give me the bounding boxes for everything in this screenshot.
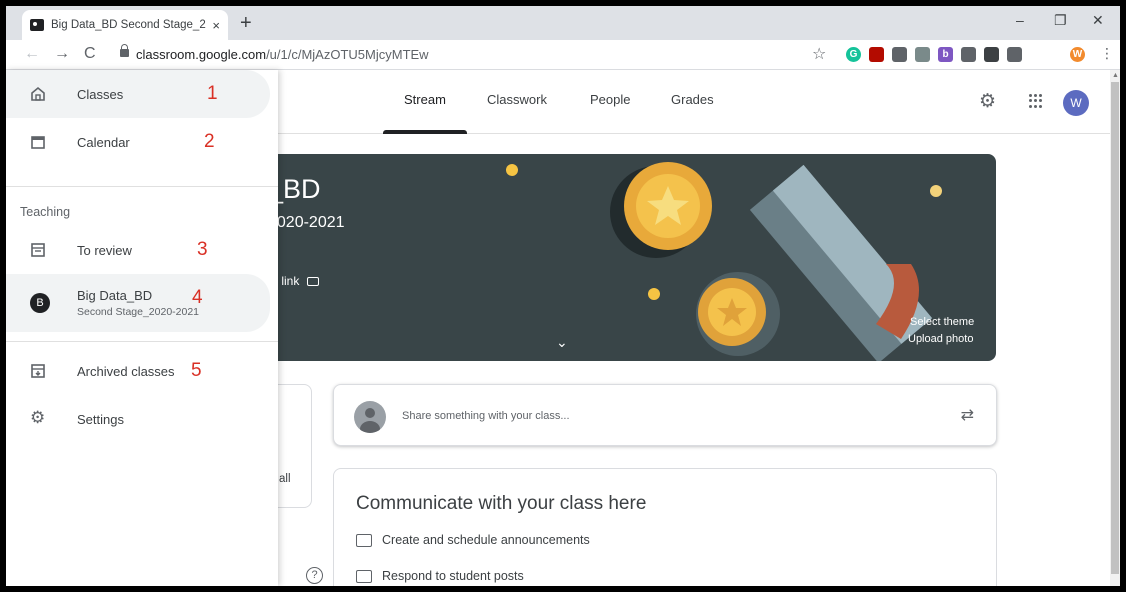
navigation-drawer: Classes 1 Calendar 2 Teaching To review … bbox=[6, 70, 278, 586]
drawer-item-to-review[interactable]: To review 3 bbox=[6, 226, 270, 274]
address-toolbar: ← → C classroom.google.com/u/1/c/MjAzOTU… bbox=[6, 40, 1120, 70]
restore-button[interactable]: ❐ bbox=[1054, 12, 1067, 29]
drawer-item-archived[interactable]: Archived classes 5 bbox=[6, 347, 270, 395]
drawer-item-classes[interactable]: Classes 1 bbox=[6, 70, 270, 118]
teaching-section-label: Teaching bbox=[20, 205, 71, 219]
tab-title: Big Data_BD Second Stage_2020 bbox=[51, 19, 206, 31]
user-placeholder-avatar bbox=[354, 401, 386, 433]
drawer-label-calendar: Calendar bbox=[77, 134, 130, 150]
scrollbar-thumb[interactable] bbox=[1111, 82, 1119, 574]
grammarly-extension-icon[interactable]: G bbox=[846, 47, 861, 62]
ext-circle-extension-icon[interactable] bbox=[961, 47, 976, 62]
respond-tip-text: Respond to student posts bbox=[382, 569, 524, 583]
google-apps-icon[interactable] bbox=[1029, 94, 1043, 108]
select-theme-link[interactable]: Select theme bbox=[910, 316, 974, 328]
reload-icon[interactable]: C bbox=[84, 45, 96, 63]
help-icon[interactable]: ? bbox=[306, 567, 323, 584]
communicate-title: Communicate with your class here bbox=[356, 493, 647, 514]
page-scrollbar[interactable]: ▲ bbox=[1110, 70, 1120, 586]
url-host: classroom.google.com bbox=[136, 47, 267, 62]
share-box[interactable]: Share something with your class... ⇄ bbox=[333, 384, 997, 446]
video-camera-icon bbox=[306, 277, 319, 286]
browser-window: Big Data_BD Second Stage_2020 × + – ❐ ✕ … bbox=[6, 6, 1120, 586]
annotation-number: 3 bbox=[197, 239, 208, 260]
address-bar[interactable]: classroom.google.com/u/1/c/MjAzOTU5MjcyM… bbox=[136, 47, 429, 62]
active-tab-indicator bbox=[383, 130, 467, 134]
drawer-item-big-data-class[interactable]: B Big Data_BD Second Stage_2020-2021 4 bbox=[6, 274, 270, 332]
tab-stream[interactable]: Stream bbox=[404, 92, 446, 107]
drawer-label-classes: Classes bbox=[77, 86, 124, 102]
annotation-number: 2 bbox=[204, 131, 215, 152]
tab-classwork[interactable]: Classwork bbox=[487, 92, 547, 107]
minimize-button[interactable]: – bbox=[1016, 12, 1024, 28]
drawer-divider bbox=[6, 341, 278, 342]
browser-tab[interactable]: Big Data_BD Second Stage_2020 × bbox=[22, 10, 228, 40]
confetti-dot bbox=[506, 164, 518, 176]
user-avatar[interactable]: W bbox=[1063, 90, 1089, 116]
url-path: /u/1/c/MjAzOTU5MjcyMTEw bbox=[266, 47, 429, 62]
mute-tab-extension-icon[interactable] bbox=[892, 47, 907, 62]
class-settings-gear-icon[interactable]: ⚙ bbox=[979, 90, 996, 113]
new-tab-button[interactable]: + bbox=[240, 12, 252, 35]
list-icon bbox=[356, 569, 372, 583]
review-icon bbox=[31, 243, 45, 257]
view-all-fragment[interactable]: all bbox=[279, 473, 291, 485]
confetti-dot bbox=[648, 288, 660, 300]
drawer-label-settings: Settings bbox=[77, 411, 124, 427]
drawer-item-calendar[interactable]: Calendar 2 bbox=[6, 118, 270, 166]
drawer-item-settings[interactable]: ⚙ Settings bbox=[6, 395, 270, 443]
repost-icon[interactable]: ⇄ bbox=[961, 405, 974, 425]
acrobat-extension-icon[interactable] bbox=[869, 47, 884, 62]
tab-strip: Big Data_BD Second Stage_2020 × + – ❐ ✕ bbox=[6, 6, 1120, 40]
ext-s-extension-icon[interactable] bbox=[984, 47, 999, 62]
back-arrow-icon[interactable]: ← bbox=[24, 45, 40, 63]
annotation-number: 4 bbox=[192, 287, 203, 308]
class-avatar: B bbox=[30, 293, 50, 313]
lock-icon bbox=[120, 44, 129, 57]
drawer-label-class-name: Big Data_BD bbox=[77, 288, 153, 303]
class-section: 2020-2021 bbox=[268, 214, 345, 231]
leaf-extension-icon[interactable] bbox=[915, 47, 930, 62]
share-placeholder[interactable]: Share something with your class... bbox=[402, 410, 570, 422]
chevron-down-icon[interactable]: ⌄ bbox=[556, 334, 568, 351]
chat-icon bbox=[356, 533, 372, 547]
drawer-label-class-section: Second Stage_2020-2021 bbox=[77, 306, 200, 318]
puzzle-extension-icon[interactable] bbox=[1007, 47, 1022, 62]
annotation-number: 1 bbox=[207, 83, 218, 104]
upload-photo-link[interactable]: Upload photo bbox=[908, 333, 973, 345]
announcement-tip: Create and schedule announcements bbox=[356, 533, 590, 547]
tab-close-icon[interactable]: × bbox=[212, 18, 220, 33]
confetti-dot bbox=[930, 185, 942, 197]
announcement-tip-text: Create and schedule announcements bbox=[382, 533, 590, 547]
profile-avatar[interactable]: W bbox=[1070, 47, 1085, 62]
archive-icon bbox=[31, 364, 45, 378]
drawer-label-archived: Archived classes bbox=[77, 363, 175, 379]
drawer-label-to-review: To review bbox=[77, 242, 132, 258]
b-ext-extension-icon[interactable]: b bbox=[938, 47, 953, 62]
close-window-button[interactable]: ✕ bbox=[1092, 12, 1104, 29]
scroll-up-icon[interactable]: ▲ bbox=[1112, 72, 1119, 79]
tab-grades[interactable]: Grades bbox=[671, 92, 714, 107]
communicate-card: Communicate with your class here Create … bbox=[333, 468, 997, 586]
respond-tip: Respond to student posts bbox=[356, 569, 524, 583]
gear-icon: ⚙ bbox=[30, 408, 46, 427]
calendar-icon bbox=[31, 136, 45, 149]
annotation-number: 5 bbox=[191, 360, 202, 381]
forward-arrow-icon[interactable]: → bbox=[54, 45, 70, 63]
home-icon bbox=[31, 86, 45, 101]
drawer-divider bbox=[6, 186, 278, 187]
classroom-favicon-icon bbox=[30, 19, 44, 31]
tab-people[interactable]: People bbox=[590, 92, 630, 107]
menu-kebab-icon[interactable]: ⋮ bbox=[1100, 45, 1114, 62]
bookmark-star-icon[interactable]: ☆ bbox=[812, 44, 826, 64]
